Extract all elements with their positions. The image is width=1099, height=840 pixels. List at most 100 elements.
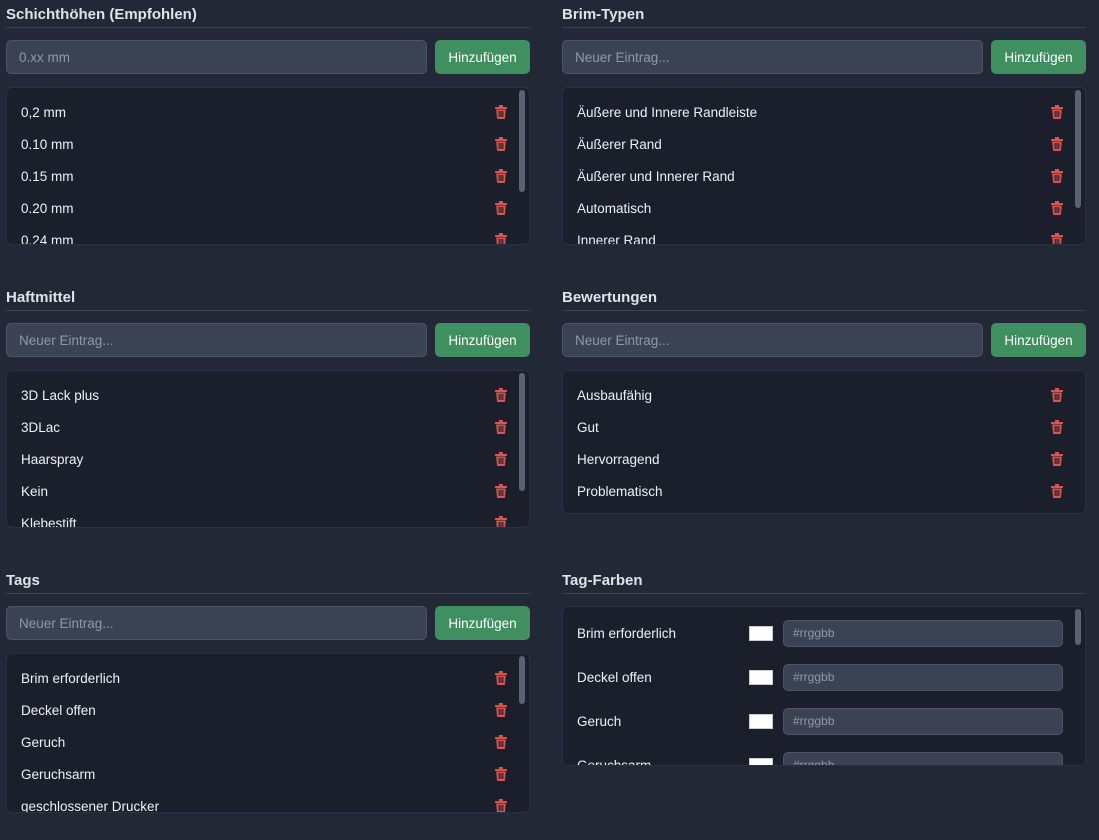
brim-types-section: Brim-Typen Neuer Eintrag... Hinzufügen Ä…	[562, 0, 1086, 245]
list-item-label: 3DLac	[21, 419, 61, 435]
tag-input[interactable]: Neuer Eintrag...	[6, 606, 427, 640]
list-item-label: Haarspray	[21, 451, 84, 467]
color-swatch[interactable]	[749, 625, 773, 641]
trash-icon[interactable]	[1051, 169, 1063, 183]
trash-icon[interactable]	[495, 420, 507, 434]
tag-color-label: Geruch	[577, 713, 622, 729]
hex-placeholder: #rrggbb	[793, 626, 835, 640]
list-item-label: 0.24 mm	[21, 232, 74, 245]
hex-placeholder: #rrggbb	[793, 758, 835, 766]
list-item: 0.10 mm	[7, 128, 529, 160]
add-row: Neuer Eintrag... Hinzufügen	[6, 323, 530, 357]
scrollbar[interactable]	[519, 373, 525, 491]
scrollbar[interactable]	[1075, 90, 1081, 208]
tag-color-row: Deckel offen #rrggbb	[563, 655, 1085, 699]
trash-icon[interactable]	[1051, 137, 1063, 151]
scrollbar[interactable]	[1075, 609, 1081, 645]
list-item-label: Äußere und Innere Randleiste	[577, 104, 758, 120]
list-item: geschlossener Drucker	[7, 790, 529, 813]
input-placeholder: 0.xx mm	[19, 49, 71, 65]
trash-icon[interactable]	[495, 767, 507, 781]
list-box: Brim erforderlich Deckel offen Geruch Geruc…	[6, 653, 530, 813]
list-item-label: Innerer Rand	[577, 232, 656, 245]
list-item-label: 0,2 mm	[21, 104, 67, 120]
trash-icon[interactable]	[1051, 420, 1063, 434]
tag-color-row: Geruch #rrggbb	[563, 699, 1085, 743]
brim-type-input[interactable]: Neuer Eintrag...	[562, 40, 983, 74]
item-list: Äußere und Innere Randleiste Äußerer Rand…	[563, 88, 1085, 245]
list-item: Innerer Rand	[563, 224, 1085, 245]
section-title: Brim-Typen	[562, 0, 1086, 28]
add-button[interactable]: Hinzufügen	[435, 323, 530, 357]
trash-icon[interactable]	[1051, 201, 1063, 215]
add-row: Neuer Eintrag... Hinzufügen	[562, 323, 1086, 357]
trash-icon[interactable]	[495, 105, 507, 119]
trash-icon[interactable]	[1051, 233, 1063, 244]
list-item: Äußerer und Innerer Rand	[563, 160, 1085, 192]
color-swatch[interactable]	[749, 757, 773, 765]
color-swatch[interactable]	[749, 713, 773, 729]
list-item-label: Gut	[577, 419, 599, 435]
hex-color-input[interactable]: #rrggbb	[783, 707, 1063, 735]
add-button[interactable]: Hinzufügen	[435, 606, 530, 640]
input-placeholder: Neuer Eintrag...	[19, 615, 114, 631]
color-swatch[interactable]	[749, 669, 773, 685]
trash-icon[interactable]	[1051, 452, 1063, 466]
section-title: Tags	[6, 566, 530, 594]
hex-color-input[interactable]: #rrggbb	[783, 663, 1063, 691]
hex-color-input[interactable]: #rrggbb	[783, 619, 1063, 647]
trash-icon[interactable]	[495, 233, 507, 244]
layer-heights-section: Schichthöhen (Empfohlen) 0.xx mm Hinzufü…	[6, 0, 530, 245]
list-item-label: Äußerer und Innerer Rand	[577, 168, 735, 184]
hex-placeholder: #rrggbb	[793, 670, 835, 684]
add-button[interactable]: Hinzufügen	[991, 40, 1086, 74]
trash-icon[interactable]	[495, 799, 507, 812]
tag-color-row: Brim erforderlich #rrggbb	[563, 611, 1085, 655]
trash-icon[interactable]	[1051, 484, 1063, 498]
list-item: Klebestift	[7, 507, 529, 527]
list-item: 0.20 mm	[7, 192, 529, 224]
scrollbar[interactable]	[519, 656, 525, 704]
trash-icon[interactable]	[495, 735, 507, 749]
list-item-label: Deckel offen	[21, 702, 96, 718]
trash-icon[interactable]	[495, 169, 507, 183]
add-button[interactable]: Hinzufügen	[991, 323, 1086, 357]
list-item-label: Ausbaufähig	[577, 387, 653, 403]
list-item: Gut	[563, 411, 1085, 443]
list-box: Ausbaufähig Gut Hervorragend Problematisch	[562, 370, 1086, 514]
tag-color-row: Geruchsarm #rrggbb	[563, 743, 1085, 766]
item-list: Ausbaufähig Gut Hervorragend Problematisch	[563, 371, 1085, 507]
item-list: 3D Lack plus 3DLac Haarspray Kein Klebestift	[7, 371, 529, 527]
item-list: Brim erforderlich Deckel offen Geruch Geruc…	[7, 654, 529, 813]
tags-section: Tags Neuer Eintrag... Hinzufügen Brim er…	[6, 566, 530, 813]
rating-input[interactable]: Neuer Eintrag...	[562, 323, 983, 357]
list-item-label: Problematisch	[577, 483, 663, 499]
add-button[interactable]: Hinzufügen	[435, 40, 530, 74]
trash-icon[interactable]	[495, 703, 507, 717]
list-item-label: Hervorragend	[577, 451, 660, 467]
list-item-label: 0.10 mm	[21, 136, 74, 152]
scrollbar[interactable]	[519, 90, 525, 192]
list-item-label: geschlossener Drucker	[21, 798, 160, 813]
list-item-label: Kein	[21, 483, 49, 499]
list-item: Äußere und Innere Randleiste	[563, 96, 1085, 128]
trash-icon[interactable]	[495, 484, 507, 498]
list-item: Äußerer Rand	[563, 128, 1085, 160]
list-item: Deckel offen	[7, 694, 529, 726]
trash-icon[interactable]	[495, 516, 507, 527]
trash-icon[interactable]	[1051, 388, 1063, 402]
trash-icon[interactable]	[495, 201, 507, 215]
add-row: Neuer Eintrag... Hinzufügen	[6, 606, 530, 640]
list-item-label: Geruch	[21, 734, 66, 750]
tag-colors-section: Tag-Farben Brim erforderlich #rrggbb Decke…	[562, 566, 1086, 766]
list-item: 0.15 mm	[7, 160, 529, 192]
adhesive-input[interactable]: Neuer Eintrag...	[6, 323, 427, 357]
layer-height-input[interactable]: 0.xx mm	[6, 40, 427, 74]
trash-icon[interactable]	[495, 137, 507, 151]
trash-icon[interactable]	[495, 452, 507, 466]
list-item: Ausbaufähig	[563, 379, 1085, 411]
hex-color-input[interactable]: #rrggbb	[783, 751, 1063, 766]
trash-icon[interactable]	[1051, 105, 1063, 119]
trash-icon[interactable]	[495, 388, 507, 402]
trash-icon[interactable]	[495, 671, 507, 685]
